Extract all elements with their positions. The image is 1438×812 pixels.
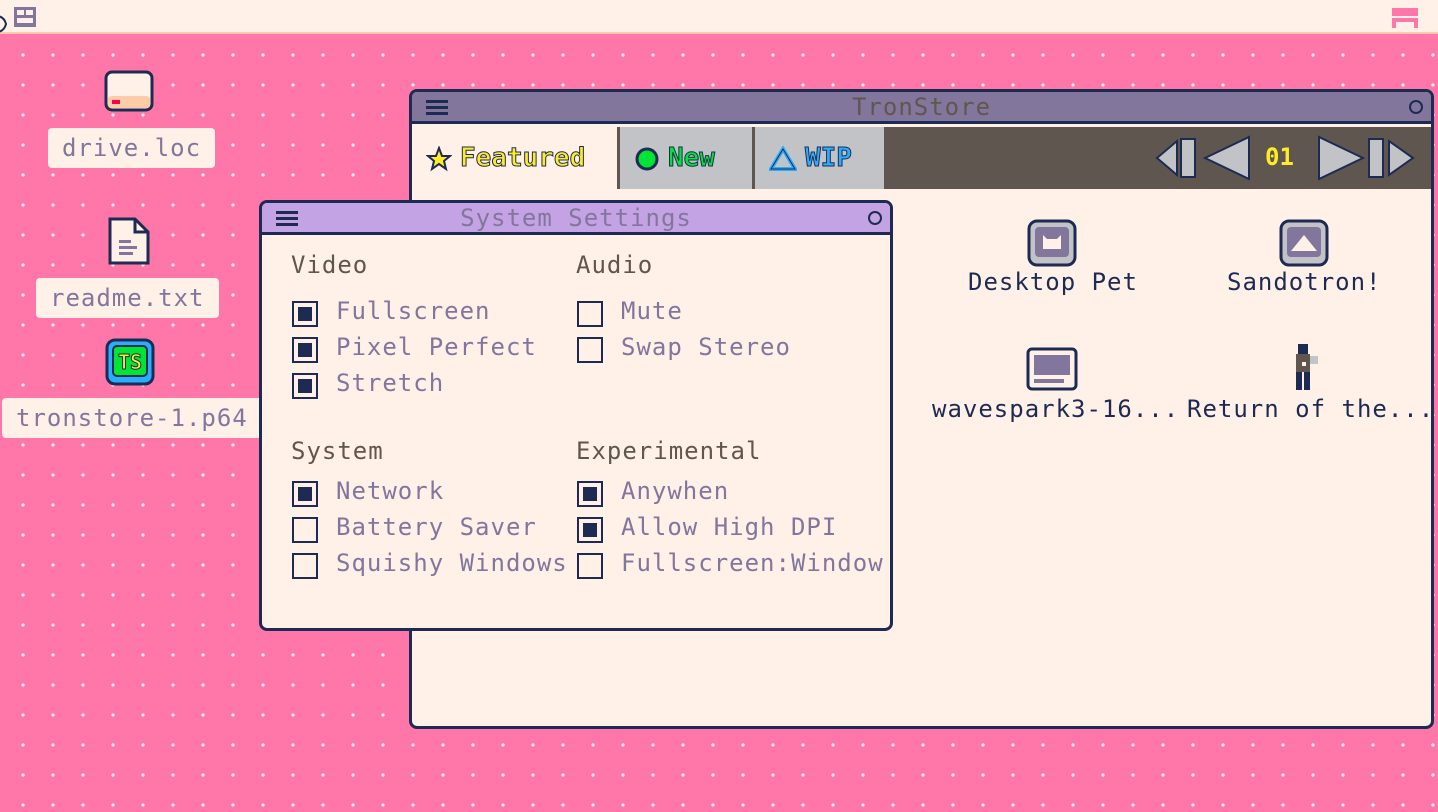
section-title-audio: Audio xyxy=(576,251,654,279)
option-label: Network xyxy=(336,477,445,505)
section-title-experimental: Experimental xyxy=(576,437,762,465)
app-name: Return of the... xyxy=(1187,395,1434,423)
settings-titlebar[interactable]: System Settings xyxy=(262,203,890,235)
tab-label: Featured xyxy=(459,143,586,174)
option-label: Pixel Perfect xyxy=(336,333,537,361)
pager: 01 xyxy=(1155,135,1425,181)
tab-wip[interactable]: WIP xyxy=(755,127,887,189)
page-number: 01 xyxy=(1265,143,1294,171)
checkbox[interactable] xyxy=(577,481,603,507)
tronstore-titlebar[interactable]: TronStore xyxy=(412,92,1431,124)
option-label: Swap Stereo xyxy=(621,333,791,361)
option-label: Stretch xyxy=(336,369,445,397)
tronstore-cart-icon: TS xyxy=(105,338,155,386)
option-label: Mute xyxy=(621,297,683,325)
tab-new[interactable]: New xyxy=(620,127,755,189)
section-title-system: System xyxy=(291,437,384,465)
tronstore-tab-bar: Featured New WIP 01 xyxy=(412,127,1431,189)
checkbox[interactable] xyxy=(292,553,318,579)
checkbox[interactable] xyxy=(292,517,318,543)
window-close-icon[interactable] xyxy=(868,211,882,225)
checkbox[interactable] xyxy=(577,301,603,327)
tronstore-glyph-text: TS xyxy=(118,350,142,374)
checkbox[interactable] xyxy=(577,517,603,543)
cat-cartridge-icon xyxy=(1027,219,1077,267)
tab-label: New xyxy=(668,143,716,174)
mountain-cartridge-icon xyxy=(1279,219,1329,267)
tab-label: WIP xyxy=(805,143,853,174)
first-page-icon[interactable] xyxy=(1155,135,1203,181)
checkbox[interactable] xyxy=(292,337,318,363)
monitor-icon xyxy=(1026,347,1078,391)
section-title-video: Video xyxy=(291,251,369,279)
window-menu-icon[interactable] xyxy=(426,100,448,116)
star-icon xyxy=(426,145,452,171)
drive-icon xyxy=(104,70,154,112)
option-label: Fullscreen:Window xyxy=(621,549,884,577)
option-label: Allow High DPI xyxy=(621,513,838,541)
last-page-icon[interactable] xyxy=(1367,135,1417,181)
checkbox[interactable] xyxy=(292,301,318,327)
system-settings-window: System Settings Video Fullscreen Pixel P… xyxy=(259,200,893,631)
app-name: Sandotron! xyxy=(1227,268,1382,296)
option-label: Anywhen xyxy=(621,477,730,505)
tab-featured[interactable]: Featured xyxy=(412,127,620,189)
app-menu-icon[interactable] xyxy=(14,7,36,27)
triangle-icon xyxy=(769,145,797,171)
checkbox[interactable] xyxy=(292,481,318,507)
previous-page-icon[interactable] xyxy=(1203,135,1253,181)
desktop-icon-label: tronstore-1.p64 xyxy=(2,398,262,438)
next-page-icon[interactable] xyxy=(1315,135,1365,181)
option-label: Fullscreen xyxy=(336,297,491,325)
character-sprite-icon xyxy=(1296,344,1318,390)
window-close-icon[interactable] xyxy=(1409,100,1423,114)
circle-icon xyxy=(635,147,659,170)
workspace-icon[interactable] xyxy=(1392,8,1418,28)
checkbox[interactable] xyxy=(577,553,603,579)
window-title: System Settings xyxy=(460,204,692,232)
mouse-cursor-icon xyxy=(0,15,8,33)
desktop-icon-label: readme.txt xyxy=(36,278,219,318)
desktop-icon-label: drive.loc xyxy=(48,128,216,168)
app-name: wavespark3-16... xyxy=(932,395,1180,423)
option-label: Squishy Windows xyxy=(336,549,568,577)
window-menu-icon[interactable] xyxy=(276,211,298,227)
option-label: Battery Saver xyxy=(336,513,537,541)
app-name: Desktop Pet xyxy=(968,268,1138,296)
checkbox[interactable] xyxy=(577,337,603,363)
window-title: TronStore xyxy=(851,93,992,121)
text-file-icon xyxy=(108,217,150,265)
checkbox[interactable] xyxy=(292,373,318,399)
top-bar xyxy=(0,0,1438,34)
